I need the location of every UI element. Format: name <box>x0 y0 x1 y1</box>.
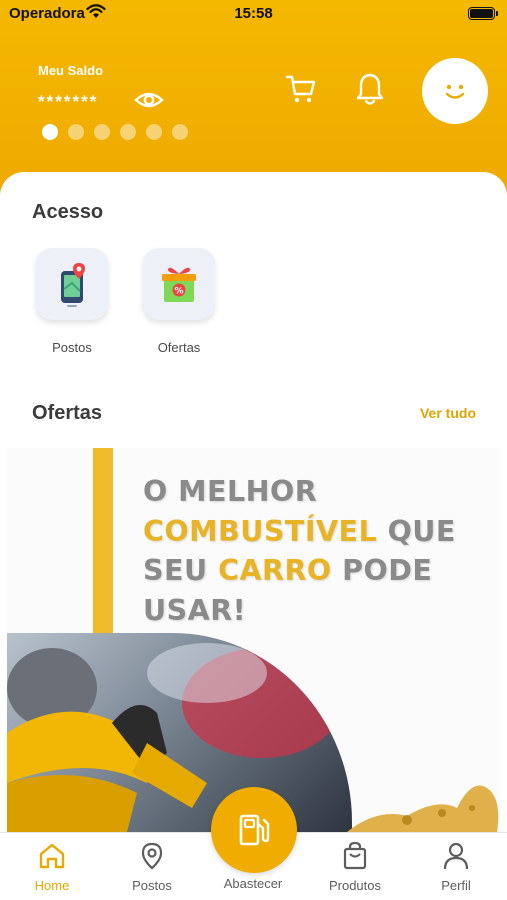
smiley-icon <box>445 84 465 99</box>
tab-postos[interactable]: Postos <box>112 841 192 893</box>
carousel-dot[interactable] <box>120 124 136 140</box>
tab-produtos[interactable]: Produtos <box>315 841 395 893</box>
home-icon <box>39 843 65 869</box>
location-pin-icon <box>141 842 163 870</box>
balance-value: ******* <box>38 92 99 111</box>
quick-access-postos[interactable]: Postos <box>27 248 117 355</box>
status-bar: Operadora 15:58 <box>0 0 507 30</box>
tab-abastecer-label[interactable]: Abastecer <box>213 876 293 891</box>
banner-line: SEU CARRO PODE <box>143 551 493 591</box>
abastecer-button[interactable] <box>211 787 297 873</box>
banner-text: SEU <box>143 554 219 587</box>
tab-label: Perfil <box>441 878 471 893</box>
tab-label: Abastecer <box>223 876 283 891</box>
banner-text: QUE <box>377 514 456 548</box>
bell-icon[interactable] <box>355 72 385 106</box>
see-all-link[interactable]: Ver tudo <box>420 405 476 421</box>
quick-access-ofertas-tile[interactable]: % <box>143 248 215 320</box>
eye-icon[interactable] <box>134 87 164 113</box>
carousel-dot[interactable] <box>172 124 188 140</box>
user-icon <box>443 842 469 870</box>
tab-perfil[interactable]: Perfil <box>416 841 496 893</box>
banner-line: COMBUSTÍVEL QUE <box>143 512 493 552</box>
battery-icon <box>468 7 498 20</box>
carousel-dot[interactable] <box>146 124 162 140</box>
offer-banner[interactable]: O MELHOR COMBUSTÍVEL QUE SEU CARRO PODE … <box>7 448 500 832</box>
banner-text: PODE <box>331 554 433 587</box>
tab-label: Produtos <box>328 878 382 893</box>
quick-access-postos-tile[interactable] <box>36 248 108 320</box>
banner-line: O MELHOR <box>143 475 318 508</box>
clock: 15:58 <box>234 5 273 22</box>
fuel-splash-image <box>347 785 499 832</box>
carousel-dot[interactable] <box>68 124 84 140</box>
quick-access-label: Ofertas <box>157 340 201 355</box>
fuel-nozzle-photo <box>7 633 352 832</box>
carousel-dot[interactable] <box>94 124 110 140</box>
cart-icon[interactable] <box>285 74 317 104</box>
banner-line: USAR! <box>143 593 247 627</box>
fuel-pump-icon <box>239 814 270 846</box>
ofertas-section-title: Ofertas <box>32 402 103 424</box>
banner-accent-stripe <box>93 448 113 638</box>
carousel-dot[interactable] <box>42 124 58 140</box>
tab-label: Home <box>34 878 70 893</box>
banner-highlight: COMBUSTÍVEL <box>143 514 378 548</box>
banner-headline: O MELHOR COMBUSTÍVEL QUE SEU CARRO PODE … <box>143 472 493 630</box>
tab-home[interactable]: Home <box>12 841 92 893</box>
tab-label: Postos <box>132 878 172 893</box>
balance-carousel-dots <box>42 124 188 140</box>
gift-box-icon: % <box>162 267 196 302</box>
banner-highlight: CARRO <box>218 554 332 587</box>
map-pin-phone-icon <box>61 263 85 307</box>
avatar[interactable] <box>422 58 488 124</box>
balance-label: Meu Saldo <box>38 63 104 78</box>
svg-text:%: % <box>174 287 183 297</box>
quick-access-ofertas[interactable]: % Ofertas <box>134 248 224 355</box>
acesso-section-title: Acesso <box>32 201 104 223</box>
quick-access-label: Postos <box>52 340 92 355</box>
shopping-bag-icon <box>343 841 367 870</box>
